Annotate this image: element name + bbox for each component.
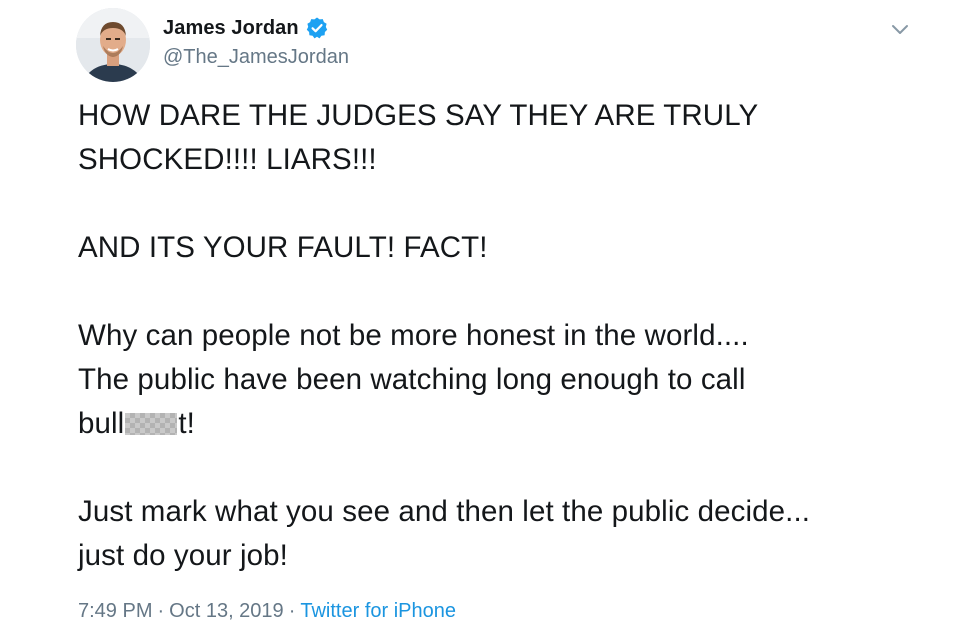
tweet-line: AND ITS YOUR FAULT! FACT! <box>78 231 488 264</box>
separator: · <box>288 600 296 622</box>
profile-photo <box>76 8 150 82</box>
tweet-time[interactable]: 7:49 PM <box>78 600 152 622</box>
tweet-date[interactable]: Oct 13, 2019 <box>169 600 284 622</box>
tweet-text: HOW DARE THE JUDGES SAY THEY ARE TRULY S… <box>78 94 938 578</box>
separator: · <box>157 600 165 622</box>
tweet-line-censored: bull t! <box>78 402 938 446</box>
display-name[interactable]: James Jordan <box>163 17 299 40</box>
pixelated-censor <box>125 413 178 435</box>
tweet-metadata: 7:49 PM · Oct 13, 2019 · Twitter for iPhone <box>78 600 456 623</box>
tweet-line: Why can people not be more honest in the… <box>78 319 749 352</box>
tweet-line: just do your job! <box>78 539 288 572</box>
verified-badge-icon <box>305 16 329 40</box>
tweet-text-fragment: t! <box>178 407 195 440</box>
tweet-text-fragment: bull <box>78 407 125 440</box>
author-name-row[interactable]: James Jordan <box>163 14 329 42</box>
tweet-menu-button[interactable] <box>886 16 914 44</box>
tweet-line: The public have been watching long enoug… <box>78 363 746 396</box>
tweet-source-link[interactable]: Twitter for iPhone <box>300 600 456 622</box>
chevron-down-icon <box>892 25 908 34</box>
tweet-line: HOW DARE THE JUDGES SAY THEY ARE TRULY <box>78 99 759 132</box>
avatar[interactable] <box>76 8 150 82</box>
tweet-line: SHOCKED!!!! LIARS!!! <box>78 143 377 176</box>
user-handle[interactable]: @The_JamesJordan <box>163 46 349 69</box>
tweet-card: James Jordan @The_JamesJordan HOW DARE T… <box>0 0 960 640</box>
tweet-line: Just mark what you see and then let the … <box>78 495 811 528</box>
